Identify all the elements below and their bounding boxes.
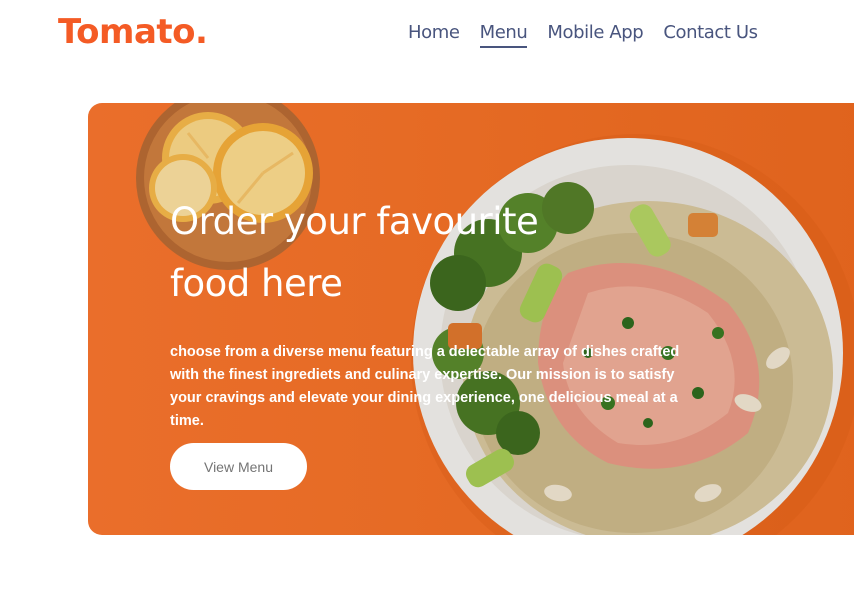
hero-title: Order your favourite food here <box>170 191 690 315</box>
hero-title-line1: Order your favourite <box>170 200 539 243</box>
view-menu-button[interactable]: View Menu <box>170 443 307 490</box>
nav-link-mobile-app[interactable]: Mobile App <box>547 22 643 48</box>
nav-link-home[interactable]: Home <box>408 22 460 48</box>
hero-banner: Order your favourite food here choose fr… <box>88 103 854 535</box>
nav-link-contact-us[interactable]: Contact Us <box>663 22 758 48</box>
logo[interactable]: Tomato. <box>58 12 208 52</box>
nav-link-menu[interactable]: Menu <box>479 22 528 48</box>
navbar: Tomato. Home Menu Mobile App Contact Us <box>0 0 854 70</box>
hero-text: Order your favourite food here choose fr… <box>170 191 690 433</box>
nav-links: Home Menu Mobile App Contact Us <box>408 22 758 48</box>
hero-title-line2: food here <box>170 262 343 305</box>
hero-description: choose from a diverse menu featuring a d… <box>170 344 680 429</box>
